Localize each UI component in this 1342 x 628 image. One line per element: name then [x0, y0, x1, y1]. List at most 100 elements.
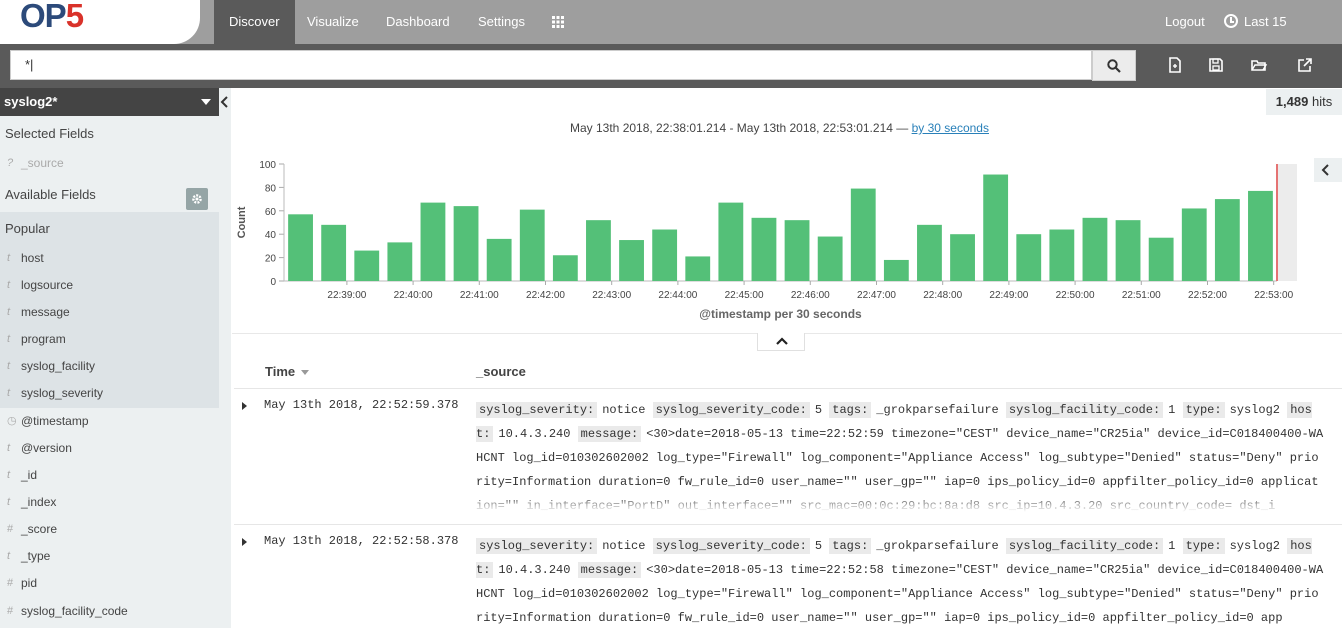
histogram-bar[interactable] [784, 220, 810, 281]
field-syslog-facility-code[interactable]: # syslog_facility_code [0, 598, 219, 625]
field-settings-button[interactable] [186, 188, 208, 210]
field-type-icon: t [7, 279, 11, 291]
field-id[interactable]: t _id [0, 462, 219, 489]
histogram-bar[interactable] [453, 206, 479, 281]
field-index[interactable]: t _index [0, 489, 219, 516]
row-time[interactable]: May 13th 2018, 22:52:59.378 [264, 398, 458, 412]
histogram-bar[interactable] [619, 240, 644, 281]
field-timestamp[interactable]: ◷ @timestamp [0, 408, 219, 435]
field-name: _score [21, 522, 58, 536]
field-syslog-facility[interactable]: t syslog_facility [0, 353, 219, 380]
histogram-bar[interactable] [751, 217, 777, 281]
field-syslog-severity[interactable]: t syslog_severity [0, 380, 219, 407]
histogram-bar[interactable] [917, 224, 942, 281]
nav-dashboard[interactable]: Dashboard [371, 0, 465, 44]
interval-link[interactable]: by 30 seconds [912, 121, 989, 135]
y-tick-label: 40 [265, 230, 277, 241]
open-folder-icon[interactable] [1250, 56, 1268, 74]
histogram-bar[interactable] [950, 234, 975, 281]
index-pattern-select[interactable]: syslog2* [0, 88, 219, 116]
histogram-bar[interactable] [685, 256, 711, 281]
field-name: pid [21, 576, 38, 590]
source-field-value: syslog2 [1229, 403, 1280, 417]
toggle-chart-button[interactable] [757, 333, 805, 351]
histogram-bar[interactable] [1115, 220, 1141, 281]
new-search-icon[interactable] [1166, 56, 1184, 74]
histogram-bar[interactable] [519, 209, 545, 281]
histogram-bar[interactable] [1082, 217, 1108, 281]
search-input[interactable]: *| [10, 50, 1092, 80]
nav-visualize[interactable]: Visualize [292, 0, 374, 44]
histogram-bar[interactable] [817, 236, 843, 281]
x-tick-label: 22:41:00 [460, 290, 499, 301]
field-version[interactable]: t @version [0, 435, 219, 462]
histogram-bar[interactable] [288, 214, 313, 281]
histogram-bar[interactable] [1049, 229, 1075, 281]
search-button[interactable] [1092, 50, 1136, 81]
field-program[interactable]: t program [0, 326, 219, 353]
histogram-bar[interactable] [983, 174, 1009, 281]
nav-settings[interactable]: Settings [463, 0, 540, 44]
source-field-key: syslog_facility_code: [1005, 402, 1164, 418]
field-type-icon: t [7, 469, 11, 481]
histogram-bar[interactable] [850, 188, 876, 281]
histogram-bar[interactable] [420, 202, 446, 281]
source-field-key: syslog_severity: [476, 538, 598, 554]
histogram-svg[interactable]: 0 20 40 60 80 100 Count 22:39:00 22:40:00 22:41:0… [232, 148, 1342, 333]
histogram-bar[interactable] [718, 202, 744, 281]
histogram-bar[interactable] [486, 238, 512, 281]
histogram-bar[interactable] [1016, 234, 1042, 281]
source-field-key: syslog_facility_code: [1005, 538, 1164, 554]
search-icon [1107, 59, 1121, 73]
x-tick-label: 22:42:00 [526, 290, 565, 301]
field-host[interactable]: t host [0, 245, 219, 272]
source-field-key: syslog_severity_code: [652, 538, 810, 554]
histogram-bar[interactable] [387, 242, 413, 281]
histogram-bar[interactable] [652, 229, 678, 281]
time-column-header[interactable]: Time [265, 364, 309, 379]
field-score[interactable]: # _score [0, 516, 219, 543]
apps-grid-icon[interactable] [538, 0, 578, 44]
histogram-bar[interactable] [1248, 190, 1273, 281]
field-name: syslog_facility [21, 359, 96, 373]
save-icon[interactable] [1207, 56, 1225, 74]
expand-row-icon[interactable] [240, 402, 248, 410]
field-name: syslog_facility_code [21, 604, 128, 618]
share-icon[interactable] [1296, 56, 1314, 74]
field-type-icon: # [7, 523, 14, 535]
collapse-sidebar-icon[interactable] [219, 93, 231, 111]
row-time[interactable]: May 13th 2018, 22:52:58.378 [264, 534, 458, 548]
field-type-icon: t [7, 550, 11, 562]
field-logsource[interactable]: t logsource [0, 272, 219, 299]
chart-collapse-button[interactable] [1314, 158, 1342, 182]
field-type[interactable]: t _type [0, 543, 219, 570]
histogram-bar[interactable] [354, 250, 380, 281]
sort-desc-icon [300, 370, 309, 376]
expand-row-icon[interactable] [240, 538, 248, 546]
field-name: program [21, 332, 66, 346]
clock-icon: ◷ [7, 415, 17, 427]
field-name: @timestamp [21, 414, 89, 428]
op5-logo[interactable]: OP5 [20, 0, 84, 32]
field-name: syslog_severity [21, 386, 104, 400]
field-message[interactable]: t message [0, 299, 219, 326]
source-field-value: 1 [1168, 539, 1176, 553]
histogram-bar[interactable] [321, 224, 347, 281]
histogram-bar[interactable] [552, 255, 578, 281]
time-filter-button[interactable]: Last 15 minutes [1210, 0, 1342, 73]
field-name: _type [21, 549, 51, 563]
histogram-bar[interactable] [1148, 237, 1174, 281]
histogram-bar[interactable] [1181, 208, 1207, 281]
field-pid[interactable]: # pid [0, 570, 219, 597]
histogram-bar[interactable] [1214, 199, 1240, 281]
histogram-bar[interactable] [883, 259, 909, 281]
popular-heading: Popular [5, 221, 50, 236]
field-type-icon: ? [7, 157, 14, 169]
x-tick-label: 22:48:00 [923, 290, 962, 301]
field-source[interactable]: ? _source [0, 150, 219, 177]
field-type-icon: # [7, 605, 14, 617]
row-fade [476, 494, 1324, 512]
source-field-key: tags: [829, 538, 872, 554]
nav-discover[interactable]: Discover [214, 0, 295, 44]
histogram-bar[interactable] [586, 220, 611, 281]
